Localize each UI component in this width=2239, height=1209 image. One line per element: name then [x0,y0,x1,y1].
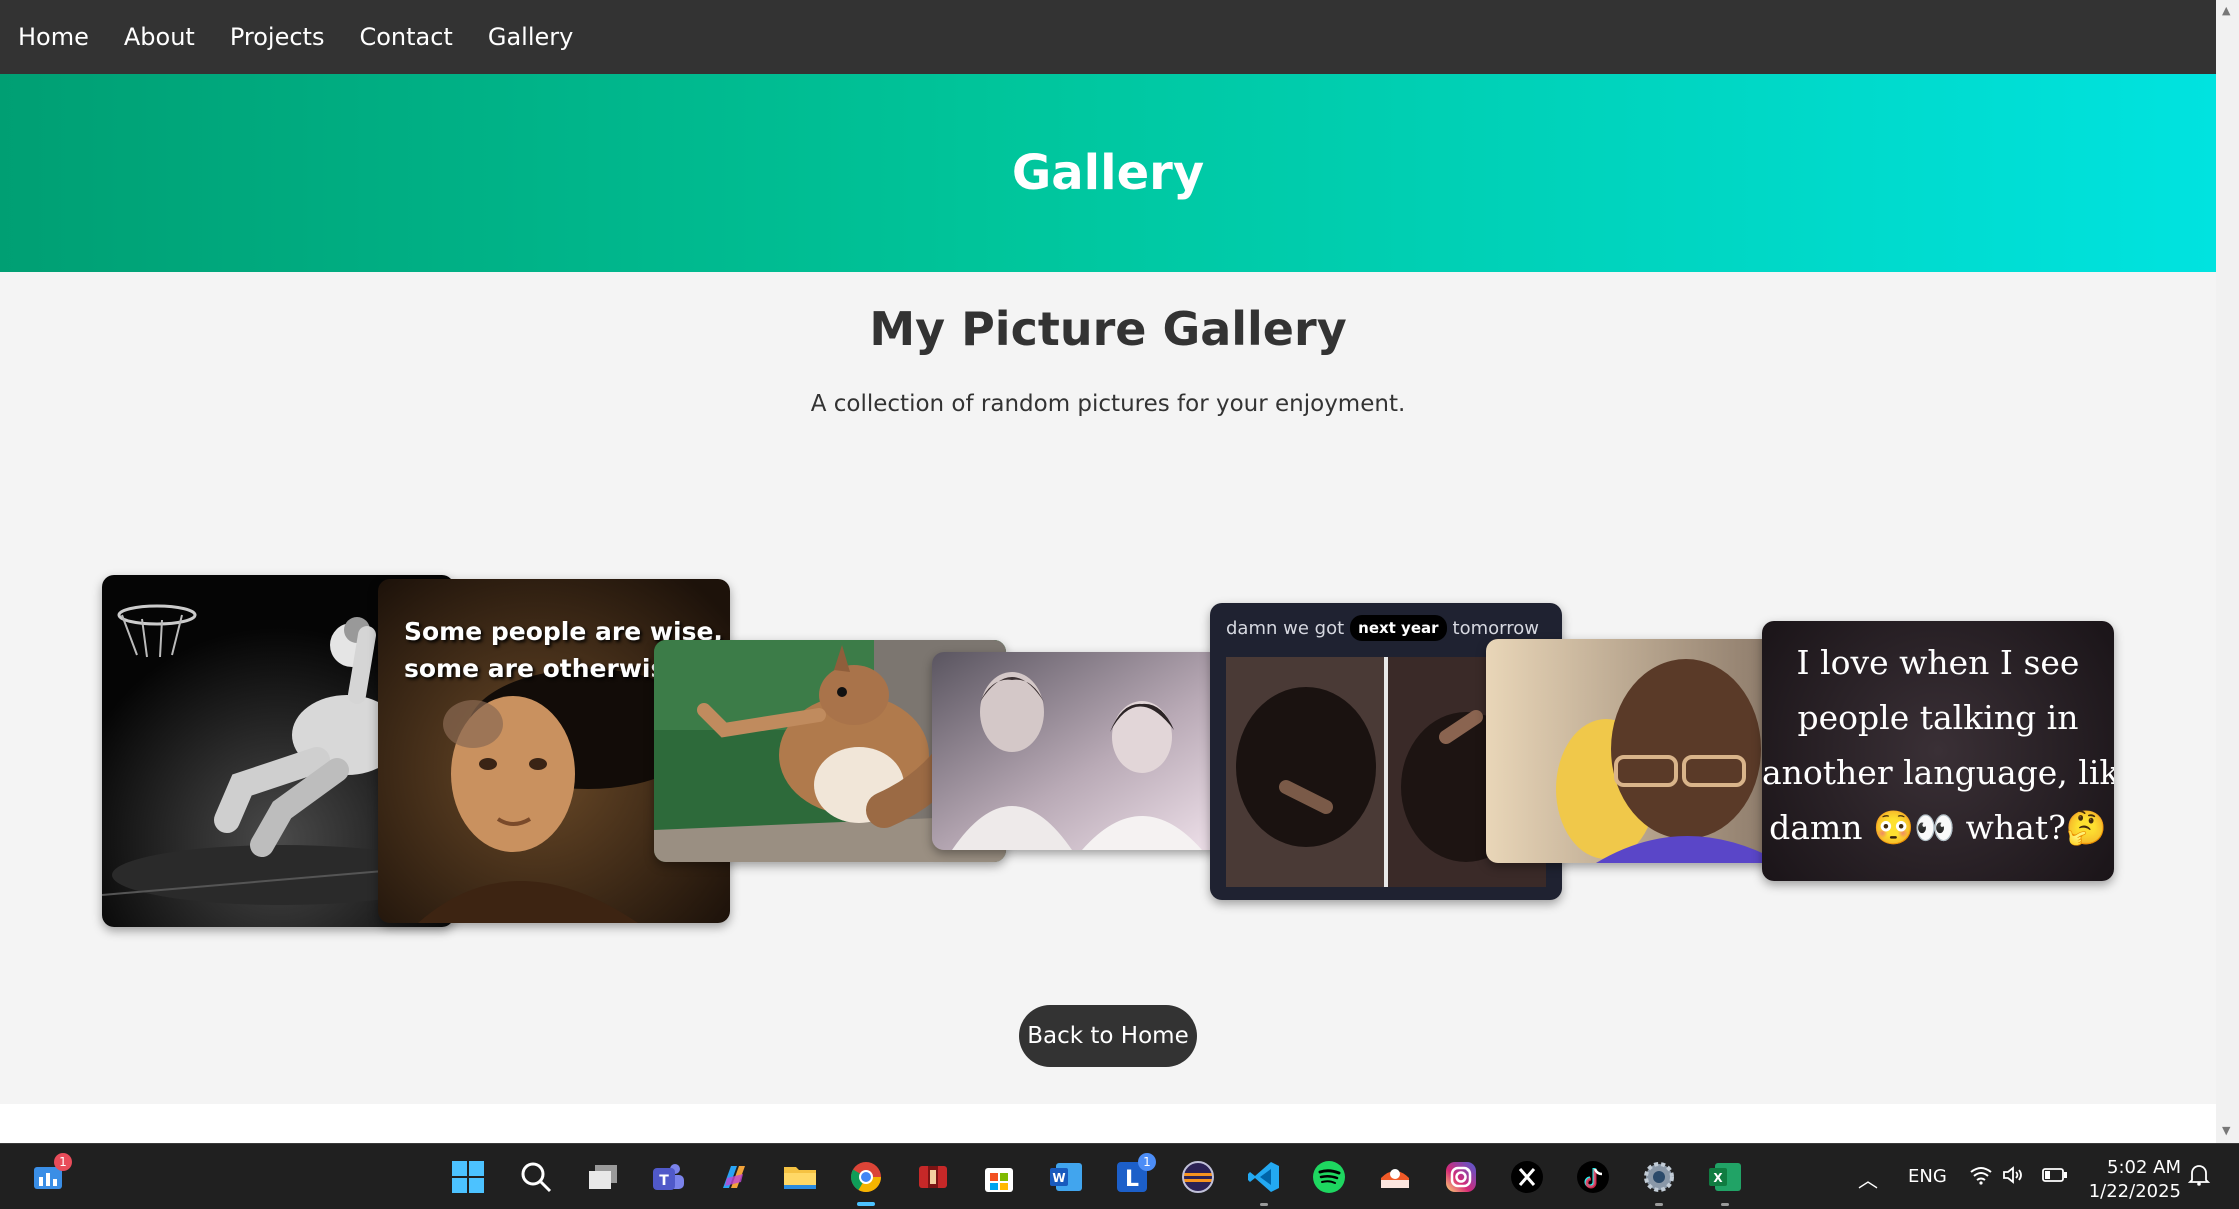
language-line2: people talking in [1797,698,2079,737]
hero-title: Gallery [1011,145,1205,201]
clock-time: 5:02 AM [2107,1157,2181,1178]
settings-icon[interactable] [1639,1157,1679,1197]
scroll-up-icon[interactable]: ▲ [2222,4,2230,17]
svg-text:L: L [1125,1167,1139,1192]
notification-icon[interactable] [2184,1160,2214,1190]
app-orange-icon[interactable] [1375,1157,1415,1197]
start-icon[interactable] [448,1157,488,1197]
page-footer [0,1104,2216,1143]
app-red-icon[interactable] [913,1157,953,1197]
instagram-icon[interactable] [1441,1157,1481,1197]
clock-date: 1/22/2025 [2088,1181,2181,1202]
caption-before: damn we got [1226,617,1345,639]
scroll-down-icon[interactable]: ▼ [2222,1124,2230,1137]
lens-badge: 1 [1138,1153,1156,1171]
gallery-section: My Picture Gallery A collection of rando… [0,302,2216,417]
store-icon[interactable] [979,1157,1019,1197]
caption-pill: next year [1350,615,1447,641]
svg-text:X: X [1713,1171,1723,1185]
svg-text:W: W [1052,1171,1065,1185]
man-with-glasses-image[interactable] [1486,639,1782,863]
widgets-icon[interactable]: 1 [28,1153,72,1197]
eclipse-icon[interactable] [1178,1157,1218,1197]
anime-boys-image[interactable] [932,652,1244,850]
language-line4: damn 😳👀 what?🤔 [1769,808,2107,847]
language-caption: I love when I see people talking in anot… [1762,635,2114,855]
caption-after: tomorrow [1452,617,1539,639]
chrome-icon[interactable] [846,1157,886,1197]
word-icon[interactable]: W [1046,1157,1086,1197]
chevron-up-icon[interactable]: ︿ [1858,1164,1878,1193]
next-year-caption: damn we got next year tomorrow [1226,615,1539,641]
file-explorer-icon[interactable] [780,1157,820,1197]
back-to-home-button[interactable]: Back to Home [1019,1005,1197,1067]
svg-text:T: T [659,1173,669,1189]
gallery-heading: My Picture Gallery [869,302,1347,356]
excel-icon[interactable]: X [1705,1157,1745,1197]
x-icon[interactable] [1507,1157,1547,1197]
man-photo [1486,639,1782,863]
windows-taskbar: 1 T W L 1 X ︿ ENG 5:02 AM 1/22/2025 [0,1143,2239,1209]
language-meme[interactable]: I love when I see people talking in anot… [1762,621,2114,881]
widgets-badge: 1 [54,1153,72,1171]
hero-banner: Gallery [0,74,2216,272]
language-line3: another language, like [1762,753,2114,792]
top-navbar: Home About Projects Contact Gallery [0,0,2216,74]
wifi-icon[interactable] [1966,1160,1996,1190]
language-indicator[interactable]: ENG [1908,1166,1947,1187]
volume-icon[interactable] [1998,1160,2028,1190]
battery-icon[interactable] [2040,1160,2070,1190]
lens-l-icon[interactable]: L 1 [1112,1153,1156,1197]
nav-home-link[interactable]: Home [18,23,89,51]
nav-contact-link[interactable]: Contact [359,23,452,51]
tiktok-icon[interactable] [1573,1157,1613,1197]
page-scrollbar[interactable]: ▲ ▼ [2216,0,2239,1143]
vscode-icon[interactable] [1244,1157,1284,1197]
nav-gallery-link[interactable]: Gallery [488,23,573,51]
nav-about-link[interactable]: About [124,23,195,51]
browser-page: Home About Projects Contact Gallery Gall… [0,0,2216,1143]
task-view-icon[interactable] [583,1157,623,1197]
copilot-icon[interactable] [714,1157,754,1197]
language-line1: I love when I see [1796,643,2080,682]
chrome-active-indicator [857,1202,875,1206]
anime-illustration [932,652,1244,850]
taskbar-clock[interactable]: 5:02 AM 1/22/2025 [2089,1156,2181,1204]
vscode-running-indicator [1260,1203,1268,1206]
gallery-subtitle: A collection of random pictures for your… [810,391,1406,417]
spotify-icon[interactable] [1309,1157,1349,1197]
teams-icon[interactable]: T [648,1157,688,1197]
search-icon[interactable] [516,1157,556,1197]
nav-projects-link[interactable]: Projects [230,23,325,51]
excel-running-indicator [1721,1203,1729,1206]
settings-running-indicator [1655,1203,1663,1206]
